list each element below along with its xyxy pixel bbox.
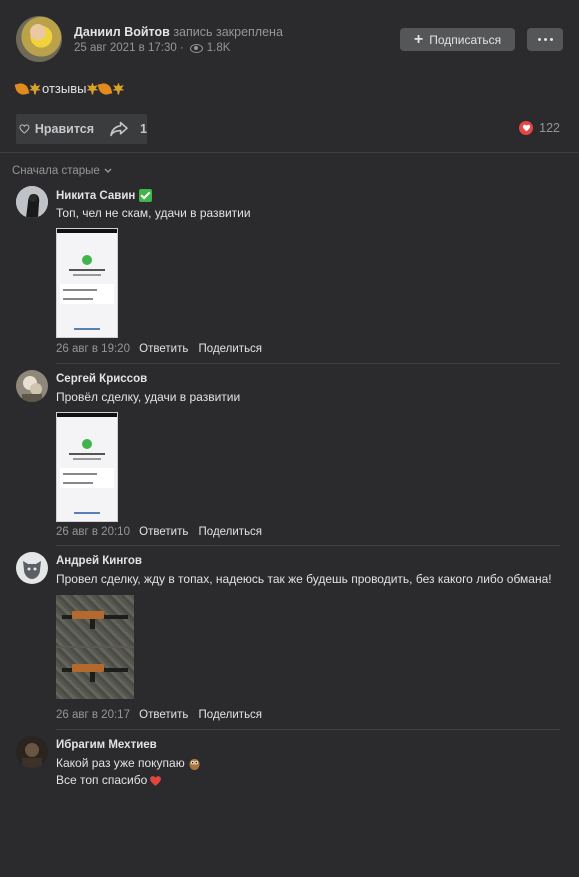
plus-icon: + [413,30,424,48]
post-header: Даниил Войтов запись закреплена 25 авг 2… [16,16,563,62]
maple-leaf-emoji [112,82,125,95]
share-link[interactable]: Поделиться [199,343,263,355]
chevron-down-icon [104,168,112,174]
commenter-avatar[interactable] [16,552,48,584]
share-count: 1 [140,122,147,136]
more-dots-icon [537,38,553,41]
comment-item: Сергей Криссов Провёл сделку, удачи в ра… [16,370,560,546]
share-link[interactable]: Поделиться [199,709,263,721]
comment-item: Андрей Кингов Провел сделку, жду в топах… [16,552,560,730]
owl-emoji [189,758,200,770]
comment-divider [56,545,560,546]
reply-link[interactable]: Ответить [139,343,188,355]
eye-icon [189,43,203,53]
pinned-note: запись закреплена [173,25,283,39]
comment-text: Провел сделку, жду в топах, надеюсь так … [56,572,552,586]
post-date[interactable]: 25 авг 2021 в 17:30 · [74,42,184,54]
heart-icon [19,124,30,134]
reactions-summary[interactable]: 122 [519,121,560,135]
comment-date[interactable]: 26 авг в 19:20 [56,343,130,355]
commenter-name[interactable]: Никита Савин [56,189,153,202]
leaf-emoji [98,81,113,96]
commenter-avatar[interactable] [16,736,48,768]
comment-text: Провёл сделку, удачи в развитии [56,390,241,404]
like-label: Нравится [34,122,95,136]
heart-reaction-icon [519,121,534,135]
check-mark-emoji [139,189,153,202]
comment-date[interactable]: 26 авг в 20:17 [56,709,130,721]
comment-attachment-image[interactable] [56,412,118,522]
comment-text-line: Все топ спасибо [56,773,148,787]
author-name[interactable]: Даниил Войтов [74,25,170,39]
comment-item: Никита Савин Топ, чел не скам, удачи в р… [16,186,560,364]
share-button[interactable]: 1 [106,121,147,137]
reply-link[interactable]: Ответить [139,526,188,538]
subscribe-label: Подписаться [429,32,502,47]
comment-divider [56,729,560,730]
author-avatar[interactable] [16,16,62,62]
comment-text: Какой раз уже покупаю Все топ спасибо [56,755,201,789]
post-text-label: отзывы [42,81,87,96]
sort-label: Сначала старые [12,165,100,177]
commenter-avatar[interactable] [16,186,48,218]
post-text: отзывы [14,81,125,96]
reply-link[interactable]: Ответить [139,709,188,721]
author-line: Даниил Войтов запись закреплена [74,25,283,39]
comment-text: Топ, чел не скам, удачи в развитии [56,206,251,220]
post-actions: Нравится 1 122 [16,114,563,144]
comment-footer: 26 авг в 19:20 Ответить Поделиться [56,343,269,355]
maple-leaf-emoji [29,82,41,95]
share-link[interactable]: Поделиться [199,526,263,538]
comment-footer: 26 авг в 20:17 Ответить Поделиться [56,709,269,721]
commenter-name[interactable]: Сергей Криссов [56,373,147,385]
commenter-name[interactable]: Андрей Кингов [56,555,142,567]
leaf-emoji [14,81,30,96]
commenter-name[interactable]: Ибрагим Мехтиев [56,739,157,751]
comment-item: Ибрагим Мехтиев Какой раз уже покупаю Вс… [16,736,560,796]
comment-divider [56,363,560,364]
post-meta: 25 авг 2021 в 17:30 · 1.8K [74,42,230,54]
heart-emoji [150,775,162,786]
comment-text-line: Какой раз уже покупаю [56,756,185,770]
commenter-avatar[interactable] [16,370,48,402]
comment-attachment-image[interactable] [56,595,134,699]
share-arrow-icon [110,121,128,137]
reactions-count: 122 [539,121,560,135]
comment-date[interactable]: 26 авг в 20:10 [56,526,130,538]
divider [0,152,579,153]
comment-attachment-image[interactable] [56,228,118,338]
subscribe-button[interactable]: + Подписаться [400,28,515,51]
more-options-button[interactable] [527,28,563,51]
comments-sort[interactable]: Сначала старые [12,165,112,177]
views-count: 1.8K [206,42,231,54]
like-button[interactable]: Нравится 1 [16,114,147,144]
comment-footer: 26 авг в 20:10 Ответить Поделиться [56,526,269,538]
